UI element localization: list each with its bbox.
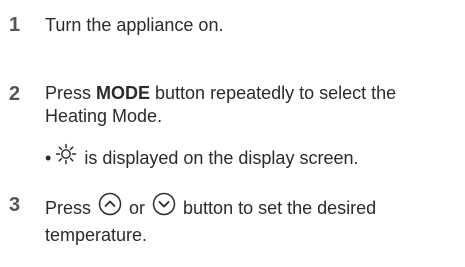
- sun-icon: [55, 143, 77, 171]
- step-text: Turn the appliance on.: [45, 15, 224, 35]
- chevron-up-circle-icon: [98, 192, 122, 222]
- step-text: Press or button to set the desired tempe…: [45, 192, 459, 247]
- step-number: 3: [9, 194, 21, 216]
- step-text-prefix: Press: [45, 83, 97, 103]
- or-text: or: [124, 197, 151, 218]
- step-number: 1: [9, 14, 21, 36]
- step-note: • is displayed on the display screen.: [45, 143, 359, 173]
- step-number: 2: [9, 83, 21, 105]
- step-text-prefix: Press: [45, 197, 97, 218]
- note-text: is displayed on the display screen.: [79, 147, 359, 168]
- mode-label: MODE: [96, 83, 151, 103]
- chevron-down-circle-icon: [152, 192, 176, 222]
- step-text: Press MODE button repeatedly to select t…: [45, 82, 459, 128]
- bullet: •: [45, 147, 52, 168]
